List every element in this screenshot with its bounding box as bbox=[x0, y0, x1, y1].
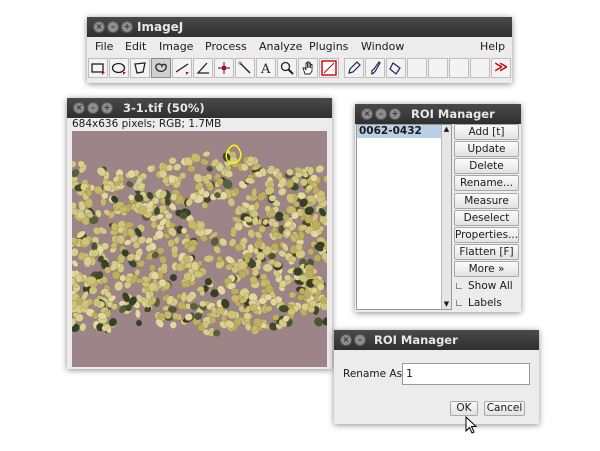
flatten-button[interactable]: Flatten [F] bbox=[454, 244, 519, 260]
update-button[interactable]: Update bbox=[454, 141, 519, 157]
scroll-up-icon[interactable]: ▲ bbox=[442, 125, 451, 134]
checkbox-icon bbox=[456, 283, 462, 289]
angle-tool-icon[interactable] bbox=[193, 58, 213, 78]
imagej-main-window: × – + ImageJ File Edit Image Process Ana… bbox=[87, 17, 512, 83]
color-picker-tool-icon[interactable] bbox=[319, 58, 339, 78]
rename-button[interactable]: Rename... bbox=[454, 175, 519, 191]
rename-dialog: × – ROI Manager Rename As: 1 OK Cancel bbox=[334, 330, 539, 424]
cancel-button[interactable]: Cancel bbox=[484, 401, 525, 416]
image-window: × – + 3-1.tif (50%) 684x636 pixels; RGB;… bbox=[67, 98, 332, 369]
ok-button[interactable]: OK bbox=[450, 401, 478, 416]
image-titlebar[interactable]: × – + 3-1.tif (50%) bbox=[67, 98, 332, 118]
delete-button[interactable]: Delete bbox=[454, 158, 519, 174]
minimize-window-icon[interactable]: – bbox=[87, 102, 99, 114]
text-tool-icon[interactable]: A bbox=[256, 58, 276, 78]
more-button[interactable]: More » bbox=[454, 261, 519, 277]
hand-tool-icon[interactable] bbox=[298, 58, 318, 78]
menu-edit[interactable]: Edit bbox=[125, 40, 146, 53]
point-tool-icon[interactable] bbox=[214, 58, 234, 78]
empty-tool-slot[interactable] bbox=[428, 58, 448, 78]
more-tools-icon[interactable]: ≫ bbox=[491, 58, 511, 78]
minimize-window-icon[interactable]: – bbox=[107, 21, 119, 33]
deselect-button[interactable]: Deselect bbox=[454, 210, 519, 226]
straight-line-tool-icon[interactable] bbox=[172, 58, 192, 78]
add-button[interactable]: Add [t] bbox=[454, 124, 519, 140]
menu-help[interactable]: Help bbox=[480, 40, 505, 53]
roi-list-item[interactable]: 0062-0432 bbox=[357, 125, 451, 138]
close-window-icon[interactable]: × bbox=[73, 102, 85, 114]
checkbox-icon bbox=[456, 300, 462, 306]
empty-tool-slot[interactable] bbox=[449, 58, 469, 78]
image-title: 3-1.tif (50%) bbox=[123, 101, 205, 115]
polygon-tool-icon[interactable] bbox=[130, 58, 150, 78]
rename-input-value: 1 bbox=[406, 367, 413, 380]
scroll-down-icon[interactable]: ▼ bbox=[442, 300, 451, 309]
close-window-icon[interactable]: × bbox=[340, 334, 352, 346]
oval-tool-icon[interactable] bbox=[109, 58, 129, 78]
close-window-icon[interactable]: × bbox=[93, 21, 105, 33]
image-canvas[interactable] bbox=[72, 131, 327, 367]
roi-manager-title: ROI Manager bbox=[411, 107, 495, 121]
rename-as-label: Rename As: bbox=[343, 368, 406, 380]
roi-list[interactable]: 0062-0432 ▲ ▼ bbox=[356, 124, 452, 310]
menu-analyze[interactable]: Analyze bbox=[259, 40, 302, 53]
more-tools-label: ≫ bbox=[494, 60, 508, 75]
minimize-window-icon[interactable]: – bbox=[375, 108, 387, 120]
imagej-titlebar[interactable]: × – + ImageJ bbox=[87, 17, 512, 37]
show-all-label: Show All bbox=[468, 280, 513, 292]
rename-input[interactable]: 1 bbox=[402, 363, 530, 385]
menu-bar: File Edit Image Process Analyze Plugins … bbox=[87, 37, 512, 55]
roi-list-scrollbar[interactable]: ▲ ▼ bbox=[441, 125, 451, 309]
maximize-window-icon[interactable]: + bbox=[121, 21, 133, 33]
svg-text:A: A bbox=[260, 62, 271, 76]
rename-dialog-titlebar[interactable]: × – ROI Manager bbox=[334, 330, 539, 350]
rename-dialog-title: ROI Manager bbox=[374, 333, 458, 347]
menu-image[interactable]: Image bbox=[159, 40, 193, 53]
maximize-window-icon[interactable]: + bbox=[101, 102, 113, 114]
roi-manager-titlebar[interactable]: × – + ROI Manager bbox=[355, 104, 521, 124]
wand-tool-icon[interactable] bbox=[235, 58, 255, 78]
minimize-window-icon[interactable]: – bbox=[354, 334, 366, 346]
properties-button[interactable]: Properties... bbox=[454, 227, 519, 243]
close-window-icon[interactable]: × bbox=[361, 108, 373, 120]
imagej-title: ImageJ bbox=[137, 20, 184, 34]
measure-button[interactable]: Measure bbox=[454, 193, 519, 209]
roi-manager-window: × – + ROI Manager 0062-0432 ▲ ▼ Add [t] … bbox=[355, 104, 521, 312]
image-info: 684x636 pixels; RGB; 1.7MB bbox=[72, 118, 222, 130]
show-all-checkbox[interactable]: Show All bbox=[456, 280, 513, 292]
rectangle-tool-icon[interactable] bbox=[88, 58, 108, 78]
labels-checkbox[interactable]: Labels bbox=[456, 297, 502, 309]
pencil-tool-icon[interactable] bbox=[344, 58, 364, 78]
freehand-tool-icon[interactable] bbox=[151, 58, 171, 78]
magnifier-tool-icon[interactable] bbox=[277, 58, 297, 78]
brush-tool-icon[interactable] bbox=[365, 58, 385, 78]
roi-list-item-label: 0062-0432 bbox=[359, 125, 422, 137]
empty-tool-slot[interactable] bbox=[407, 58, 427, 78]
labels-label: Labels bbox=[468, 297, 502, 309]
flood-fill-tool-icon[interactable] bbox=[386, 58, 406, 78]
seed-image[interactable] bbox=[72, 131, 327, 367]
mouse-cursor-icon bbox=[465, 416, 478, 434]
menu-window[interactable]: Window bbox=[361, 40, 404, 53]
menu-process[interactable]: Process bbox=[205, 40, 247, 53]
empty-tool-slot[interactable] bbox=[470, 58, 490, 78]
menu-plugins[interactable]: Plugins bbox=[309, 40, 348, 53]
menu-file[interactable]: File bbox=[95, 40, 113, 53]
maximize-window-icon[interactable]: + bbox=[389, 108, 401, 120]
